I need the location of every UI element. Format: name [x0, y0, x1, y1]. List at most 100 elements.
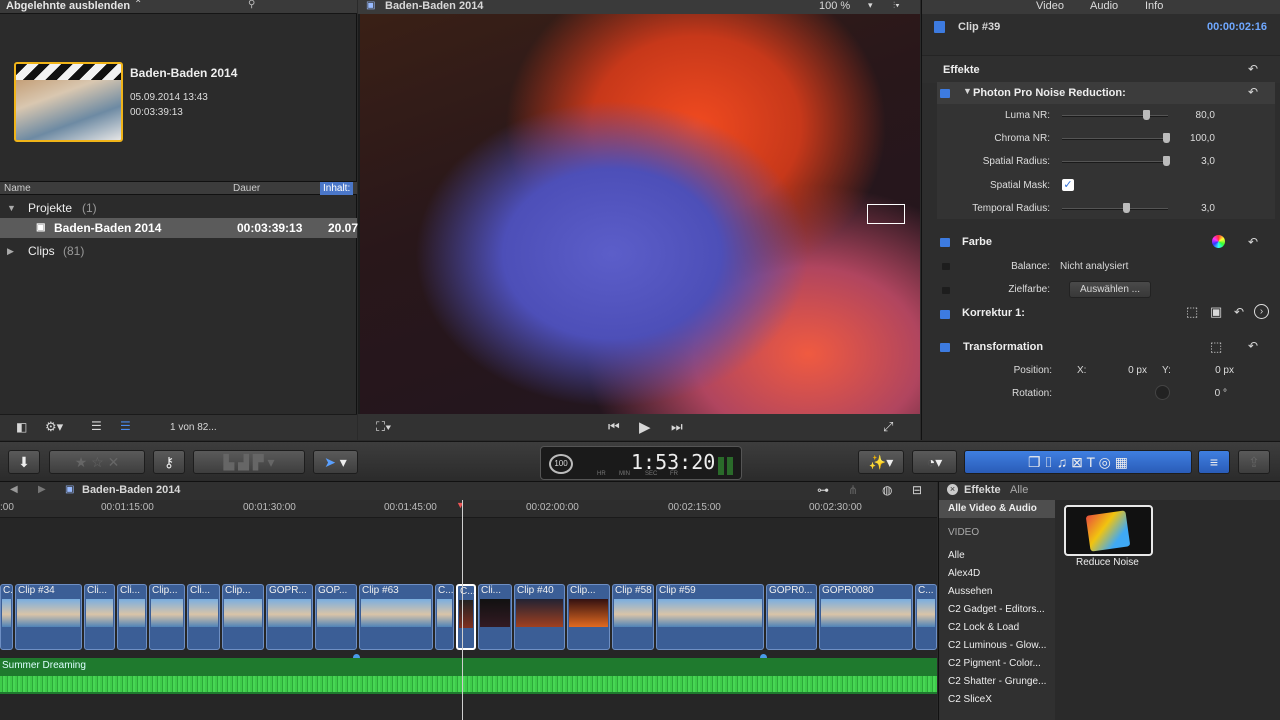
previous-edit-icon[interactable]: ⏮: [608, 419, 620, 435]
category-item[interactable]: C2 Luminous - Glow...: [948, 640, 1046, 651]
effect-thumbnail[interactable]: [1064, 505, 1153, 556]
library-sidebar-icon[interactable]: ◧: [16, 420, 27, 434]
share-button[interactable]: ⇪: [1238, 450, 1270, 474]
close-icon[interactable]: ×: [947, 484, 958, 495]
timeline-clip[interactable]: C...: [435, 584, 454, 650]
shape-mask-icon[interactable]: ▣: [1210, 304, 1222, 320]
y-value[interactable]: 0 px: [1194, 365, 1234, 376]
filter-chevron-icon[interactable]: ⌃: [134, 0, 142, 10]
timeline-clip[interactable]: Clip...: [149, 584, 185, 650]
list-row-clips[interactable]: ▶ Clips (81): [0, 241, 357, 261]
temporal-radius-slider[interactable]: [1062, 208, 1168, 210]
timeline-ruler[interactable]: :00 00:01:15:00 00:01:30:00 00:01:45:00 …: [0, 500, 937, 518]
play-icon[interactable]: ▶: [639, 418, 651, 436]
filmstrip-view-icon[interactable]: ☰: [120, 419, 131, 433]
go-to-icon[interactable]: ›: [1254, 304, 1269, 319]
zoom-dropdown[interactable]: 100 %: [819, 0, 850, 12]
enhance-button[interactable]: ✨▾: [858, 450, 904, 474]
timeline-clip[interactable]: GOPR...: [266, 584, 313, 650]
chroma-nr-slider[interactable]: [1062, 138, 1168, 140]
x-value[interactable]: 0 px: [1107, 365, 1147, 376]
video-frame[interactable]: [360, 14, 920, 414]
timeline-clip[interactable]: Cli...: [187, 584, 220, 650]
timeline-clip[interactable]: Clip...: [222, 584, 264, 650]
chroma-nr-knob[interactable]: [1163, 133, 1170, 143]
onscreen-controls-icon[interactable]: ⬚: [1210, 339, 1222, 355]
timeline-clip[interactable]: C...: [915, 584, 937, 650]
chroma-nr-value[interactable]: 100,0: [1180, 133, 1215, 144]
playhead-marker-icon[interactable]: ▼: [456, 500, 465, 510]
reset-icon[interactable]: ↶: [1248, 62, 1258, 76]
noise-reduction-header[interactable]: ▼ Photon Pro Noise Reduction: ↶: [937, 82, 1275, 104]
spatial-radius-knob[interactable]: [1163, 156, 1170, 166]
category-item[interactable]: Alle: [948, 550, 965, 561]
color-board-icon[interactable]: [1212, 235, 1225, 248]
mask-handle[interactable]: [867, 204, 905, 224]
disclosure-open-icon[interactable]: ▼: [7, 198, 16, 218]
farbe-enable-checkbox[interactable]: [940, 238, 950, 247]
timeline-clip[interactable]: Clip #34: [15, 584, 82, 650]
luma-nr-value[interactable]: 80,0: [1180, 110, 1215, 121]
transform-enable-checkbox[interactable]: [940, 343, 950, 352]
timeline-clip[interactable]: GOPR0080: [819, 584, 913, 650]
fullscreen-icon[interactable]: ⤢: [883, 419, 893, 435]
tab-info[interactable]: Info: [1145, 0, 1163, 12]
temporal-radius-knob[interactable]: [1123, 203, 1130, 213]
timeline-clip-selected[interactable]: C...: [456, 584, 476, 650]
correction-enable-checkbox[interactable]: [940, 310, 950, 319]
forward-icon[interactable]: ▶: [38, 484, 46, 495]
effect-enable-checkbox[interactable]: [940, 89, 950, 98]
browser-buttons[interactable]: ❐ ⌷ ♫ ⊠ T ◎ ▦: [964, 450, 1192, 474]
category-item[interactable]: C2 SliceX: [948, 694, 992, 705]
list-row-project-selected[interactable]: ▣ Baden-Baden 2014 00:03:39:13 20.07: [0, 218, 358, 238]
disclosure-closed-icon[interactable]: ▶: [7, 241, 14, 261]
reset-icon[interactable]: ↶: [1248, 339, 1258, 353]
next-edit-icon[interactable]: ⏭: [671, 419, 683, 435]
audio-clip[interactable]: Summer Dreaming: [0, 658, 937, 694]
luma-nr-knob[interactable]: [1143, 110, 1150, 120]
tab-audio[interactable]: Audio: [1090, 0, 1118, 12]
category-item[interactable]: Aussehen: [948, 586, 992, 597]
event-thumbnail[interactable]: [14, 62, 123, 142]
timeline-clip[interactable]: Cli...: [478, 584, 512, 650]
background-tasks-indicator[interactable]: 100: [549, 454, 573, 474]
timeline-clip[interactable]: C.: [0, 584, 13, 650]
tool-select-button[interactable]: ➤ ▾: [313, 450, 358, 474]
reset-icon[interactable]: ↶: [1248, 235, 1258, 249]
playhead[interactable]: [462, 500, 463, 720]
column-name[interactable]: Name: [4, 183, 31, 194]
timeline-clip[interactable]: Clip #58: [612, 584, 654, 650]
import-button[interactable]: ⬇: [8, 450, 40, 474]
reset-icon[interactable]: ↶: [1234, 305, 1244, 319]
zoom-clip-icon[interactable]: ⊶: [817, 483, 829, 497]
transform-icon[interactable]: ⛶▾: [376, 419, 391, 435]
audio-meter[interactable]: [718, 457, 734, 475]
zoom-chevron-icon[interactable]: ▾: [868, 0, 873, 11]
mask-icon[interactable]: ⬚: [1186, 304, 1198, 320]
list-view-icon[interactable]: ☰: [91, 419, 102, 433]
category-item[interactable]: C2 Lock & Load: [948, 622, 1019, 633]
keyword-button[interactable]: ⚷: [153, 450, 185, 474]
timeline-clip[interactable]: Cli...: [117, 584, 147, 650]
column-duration[interactable]: Dauer: [233, 183, 260, 194]
rotation-dial[interactable]: [1155, 385, 1170, 400]
gear-icon[interactable]: ⚙▾: [45, 419, 63, 435]
disclosure-open-icon[interactable]: ▼: [963, 86, 972, 96]
choose-target-button[interactable]: Auswählen ...: [1069, 281, 1151, 298]
reset-icon[interactable]: ↶: [1248, 85, 1258, 99]
category-item[interactable]: C2 Pigment - Color...: [948, 658, 1041, 669]
category-item[interactable]: Alex4D: [948, 568, 980, 579]
timeline-clip[interactable]: Clip #63: [359, 584, 433, 650]
category-selected[interactable]: Alle Video & Audio: [939, 500, 1055, 518]
temporal-radius-value[interactable]: 3,0: [1180, 203, 1215, 214]
rotation-value[interactable]: 0 °: [1187, 388, 1227, 399]
snapping-icon[interactable]: ⊟: [912, 483, 922, 497]
filter-dropdown[interactable]: Abgelehnte ausblenden: [6, 0, 130, 12]
dashboard-timecode[interactable]: 100 1:53:20 HR MIN SEC FR: [540, 446, 742, 480]
search-icon[interactable]: ⚲: [248, 0, 255, 10]
column-content[interactable]: Inhalt:: [320, 182, 354, 195]
rating-buttons[interactable]: ★ ☆ ✕: [49, 450, 145, 474]
timeline-clip[interactable]: Clip...: [567, 584, 610, 650]
list-row-projects[interactable]: ▼ Projekte (1): [0, 198, 357, 218]
back-icon[interactable]: ◀: [10, 484, 18, 495]
